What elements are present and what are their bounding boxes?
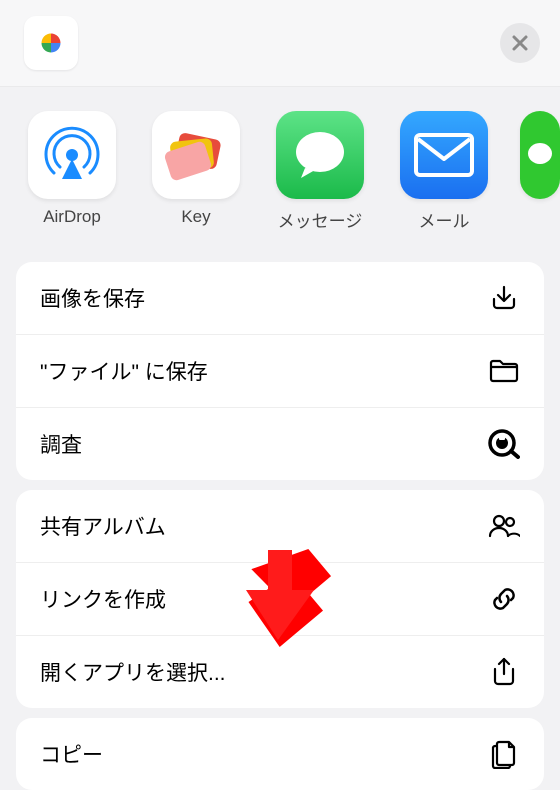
annotation-arrow	[244, 548, 334, 648]
key-icon	[152, 111, 240, 199]
close-button[interactable]	[500, 23, 540, 63]
app-key[interactable]: Key	[148, 111, 244, 232]
copy-item[interactable]: コピー	[16, 718, 544, 790]
action-label: "ファイル" に保存	[40, 356, 208, 386]
app-label: メール	[419, 207, 470, 232]
close-icon	[511, 34, 529, 52]
action-label: 開くアプリを選択...	[40, 657, 226, 687]
save-to-files-item[interactable]: "ファイル" に保存	[16, 335, 544, 408]
action-label: 画像を保存	[40, 283, 145, 313]
mail-icon	[400, 111, 488, 199]
inspect-icon	[488, 428, 520, 460]
action-label: 共有アルバム	[40, 511, 166, 541]
app-messages[interactable]: メッセージ	[272, 111, 368, 232]
share-sheet-header	[0, 0, 560, 87]
line-icon	[520, 111, 560, 199]
folder-icon	[488, 355, 520, 387]
apps-row: AirDrop Key メッセージ メール	[0, 87, 560, 252]
app-label: AirDrop	[43, 207, 101, 227]
action-label: 調査	[40, 429, 82, 459]
link-icon	[488, 583, 520, 615]
people-icon	[488, 510, 520, 542]
action-label: リンクを作成	[40, 584, 166, 614]
app-mail[interactable]: メール	[396, 111, 492, 232]
airdrop-icon	[28, 111, 116, 199]
action-label: コピー	[40, 739, 103, 769]
app-label: Key	[181, 207, 210, 227]
share-icon	[488, 656, 520, 688]
action-group-1: 画像を保存 "ファイル" に保存 調査	[16, 262, 544, 480]
messages-icon	[276, 111, 364, 199]
app-line[interactable]	[520, 111, 560, 232]
action-group-3: コピー	[16, 718, 544, 790]
app-label: メッセージ	[278, 207, 363, 232]
google-photos-icon	[24, 16, 78, 70]
investigate-item[interactable]: 調査	[16, 408, 544, 480]
save-image-item[interactable]: 画像を保存	[16, 262, 544, 335]
app-airdrop[interactable]: AirDrop	[24, 111, 120, 232]
download-icon	[488, 282, 520, 314]
